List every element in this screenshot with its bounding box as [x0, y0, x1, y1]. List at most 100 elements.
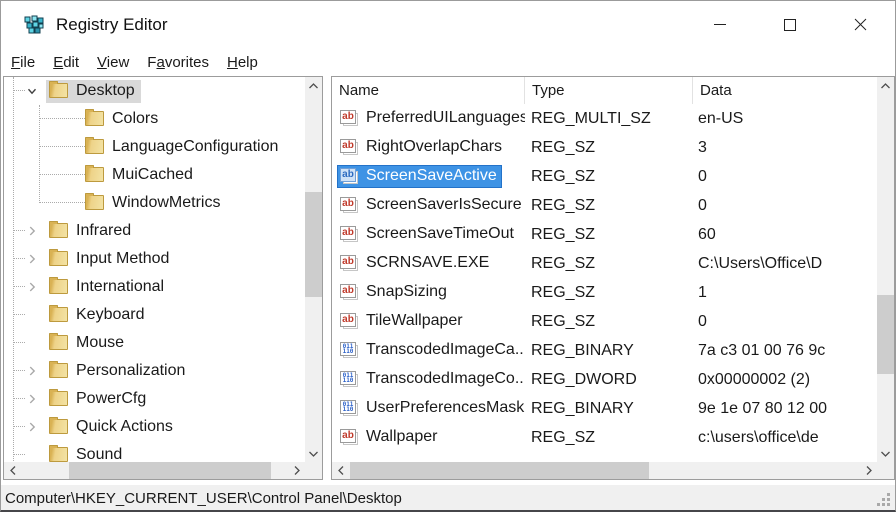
tree-item-muicached[interactable]: MuiCached — [4, 161, 305, 189]
chevron-right-icon[interactable] — [24, 363, 40, 379]
tree-item-quick-actions[interactable]: Quick Actions — [4, 413, 305, 441]
column-header-type[interactable]: Type — [525, 77, 693, 104]
value-name-capsule[interactable]: ab RightOverlapChars — [337, 136, 507, 159]
scroll-track[interactable] — [877, 94, 894, 445]
tree-item-sound[interactable]: Sound — [4, 441, 305, 462]
tree-node[interactable]: PowerCfg — [46, 388, 152, 411]
chevron-right-icon[interactable] — [24, 223, 40, 239]
tree-node[interactable]: Quick Actions — [46, 416, 179, 439]
menu-item-edit[interactable]: Edit — [44, 51, 88, 74]
maximize-button[interactable] — [755, 1, 825, 48]
tree-node[interactable]: Personalization — [46, 360, 191, 383]
scroll-down-arrow[interactable] — [877, 445, 894, 462]
menu-access-key: a — [156, 53, 165, 71]
value-name-capsule[interactable]: ab Wallpaper — [337, 426, 442, 449]
value-name-capsule[interactable]: ab SCRNSAVE.EXE — [337, 252, 494, 275]
scroll-up-arrow[interactable] — [305, 77, 322, 94]
tree-item-keyboard[interactable]: Keyboard — [4, 301, 305, 329]
scroll-thumb[interactable] — [305, 192, 322, 297]
tree-horizontal-scrollbar[interactable] — [4, 462, 305, 479]
tree-node[interactable]: LanguageConfiguration — [82, 136, 284, 159]
chevron-down-icon[interactable] — [24, 83, 40, 99]
value-row-screensaveactive[interactable]: ab ScreenSaveActive REG_SZ 0 — [332, 162, 877, 191]
tree-node[interactable]: Colors — [82, 108, 164, 131]
scroll-thumb[interactable] — [877, 295, 894, 374]
value-name-capsule[interactable]: 011 110 TranscodedImageCo... — [337, 368, 525, 391]
tree-item-label: Sound — [76, 445, 123, 463]
close-button[interactable] — [825, 1, 895, 48]
tree-item-label: Quick Actions — [76, 417, 173, 435]
value-name-capsule[interactable]: ab ScreenSaveActive — [337, 165, 502, 188]
value-row-transcodedimageca[interactable]: 011 110 TranscodedImageCa... REG_BINARY 7a c… — [332, 336, 877, 365]
value-row-screensaverissecure[interactable]: ab ScreenSaverIsSecure REG_SZ 0 — [332, 191, 877, 220]
resize-grip[interactable] — [887, 503, 890, 506]
chevron-right-icon[interactable] — [24, 251, 40, 267]
value-name-capsule[interactable]: ab SnapSizing — [337, 281, 452, 304]
value-name-capsule[interactable]: 011 110 TranscodedImageCa... — [337, 339, 525, 362]
value-row-rightoverlapchars[interactable]: ab RightOverlapChars REG_SZ 3 — [332, 133, 877, 162]
tree-node[interactable]: Keyboard — [46, 304, 151, 327]
value-name-capsule[interactable]: ab ScreenSaverIsSecure — [337, 194, 525, 217]
tree-vertical-scrollbar[interactable] — [305, 77, 322, 462]
scroll-left-arrow[interactable] — [4, 462, 21, 479]
icon-sheet: ab — [340, 283, 356, 298]
tree-node[interactable]: Input Method — [46, 248, 175, 271]
scroll-track[interactable] — [349, 462, 860, 479]
value-row-screensavetimeout[interactable]: ab ScreenSaveTimeOut REG_SZ 60 — [332, 220, 877, 249]
chevron-right-icon[interactable] — [24, 419, 40, 435]
tree-node[interactable]: Mouse — [46, 332, 130, 355]
list-horizontal-scrollbar[interactable] — [332, 462, 877, 479]
tree-node[interactable]: International — [46, 276, 170, 299]
scroll-track[interactable] — [305, 94, 322, 445]
value-name-capsule[interactable]: ab ScreenSaveTimeOut — [337, 223, 519, 246]
close-icon — [854, 18, 866, 31]
tree-item-infrared[interactable]: Infrared — [4, 217, 305, 245]
value-row-userpreferencesmask[interactable]: 011 110 UserPreferencesMask REG_BINARY 9e 1e… — [332, 394, 877, 423]
tree-item-input-method[interactable]: Input Method — [4, 245, 305, 273]
value-name-capsule[interactable]: ab TileWallpaper — [337, 310, 468, 333]
scroll-up-arrow[interactable] — [877, 77, 894, 94]
value-row-transcodedimageco[interactable]: 011 110 TranscodedImageCo... REG_DWORD 0x000… — [332, 365, 877, 394]
scroll-right-arrow[interactable] — [288, 462, 305, 479]
tree-item-international[interactable]: International — [4, 273, 305, 301]
icon-sheet: ab — [340, 196, 356, 211]
minimize-button[interactable] — [685, 1, 755, 48]
scroll-thumb[interactable] — [69, 462, 271, 479]
scroll-thumb[interactable] — [350, 462, 649, 479]
menu-item-file[interactable]: File — [2, 51, 44, 74]
chevron-right-icon[interactable] — [24, 279, 40, 295]
value-row-tilewallpaper[interactable]: ab TileWallpaper REG_SZ 0 — [332, 307, 877, 336]
tree-item-powercfg[interactable]: PowerCfg — [4, 385, 305, 413]
value-name-capsule[interactable]: 011 110 UserPreferencesMask — [337, 397, 525, 420]
tree-item-colors[interactable]: Colors — [4, 105, 305, 133]
tree-node[interactable]: WindowMetrics — [82, 192, 226, 215]
tree-item-label: Desktop — [76, 81, 135, 99]
list-vertical-scrollbar[interactable] — [877, 77, 894, 462]
tree-node[interactable]: MuiCached — [82, 164, 199, 187]
tree-item-personalization[interactable]: Personalization — [4, 357, 305, 385]
value-row-wallpaper[interactable]: ab Wallpaper REG_SZ c:\users\office\de — [332, 423, 877, 452]
scroll-track[interactable] — [21, 462, 288, 479]
menu-item-help[interactable]: Help — [218, 51, 267, 74]
value-row-scrnsave-exe[interactable]: ab SCRNSAVE.EXE REG_SZ C:\Users\Office\D — [332, 249, 877, 278]
tree-item-windowmetrics[interactable]: WindowMetrics — [4, 189, 305, 217]
tree-item-desktop[interactable]: Desktop — [4, 77, 305, 105]
chevron-right-icon[interactable] — [24, 391, 40, 407]
scroll-right-arrow[interactable] — [860, 462, 877, 479]
tree-node[interactable]: Desktop — [46, 79, 141, 103]
scroll-down-arrow[interactable] — [305, 445, 322, 462]
tree-node[interactable]: Sound — [46, 444, 128, 463]
scroll-left-arrow[interactable] — [332, 462, 349, 479]
pane-splitter[interactable] — [323, 76, 331, 480]
tree-item-mouse[interactable]: Mouse — [4, 329, 305, 357]
tree-item-languageconfiguration[interactable]: LanguageConfiguration — [4, 133, 305, 161]
menu-item-view[interactable]: View — [88, 51, 138, 74]
value-row-preferreduilanguages[interactable]: ab PreferredUILanguages REG_MULTI_SZ en-US — [332, 104, 877, 133]
column-header-data[interactable]: Data — [693, 77, 877, 104]
value-row-snapsizing[interactable]: ab SnapSizing REG_SZ 1 — [332, 278, 877, 307]
menu-item-favorites[interactable]: Favorites — [138, 51, 218, 74]
value-name-capsule[interactable]: ab PreferredUILanguages — [337, 107, 525, 130]
icon-sheet: ab — [340, 428, 356, 443]
column-header-name[interactable]: Name — [332, 77, 525, 104]
tree-node[interactable]: Infrared — [46, 220, 137, 243]
